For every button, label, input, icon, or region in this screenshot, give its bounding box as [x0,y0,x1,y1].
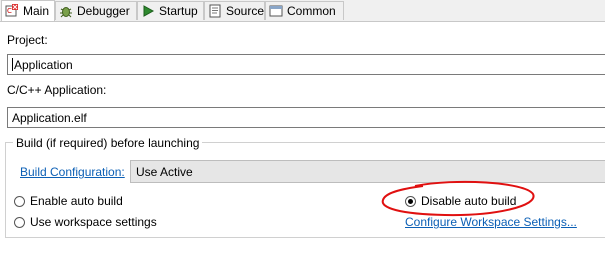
tab-source-label: Source [226,4,265,18]
disable-auto-build-label: Disable auto build [421,194,517,208]
application-field[interactable]: Application.elf [7,107,605,128]
tab-main-label: Main [23,4,50,18]
use-workspace-settings-radio[interactable] [14,216,25,228]
use-workspace-settings-option[interactable]: Use workspace settings [14,215,157,229]
application-field-value: Application.elf [12,110,87,125]
main-tab-icon: C [5,4,19,18]
application-label: C/C++ Application: [7,83,107,97]
build-configuration-value: Use Active [136,164,193,179]
common-icon [269,4,283,18]
tab-debugger-label: Debugger [77,4,130,18]
tab-startup[interactable]: Startup [137,1,204,20]
project-field[interactable]: Application [7,54,605,75]
tab-debugger[interactable]: Debugger [55,1,137,20]
disable-auto-build-option[interactable]: Disable auto build [405,194,516,208]
enable-auto-build-label: Enable auto build [30,194,123,208]
build-configuration-select[interactable]: Use Active [130,160,605,183]
text-caret [12,58,13,71]
startup-play-icon [141,4,155,18]
enable-auto-build-radio[interactable] [14,195,25,207]
disable-auto-build-radio[interactable] [405,195,416,207]
configure-workspace-settings-link[interactable]: Configure Workspace Settings... [405,215,577,229]
source-icon [208,4,222,18]
build-group-title: Build (if required) before launching [13,136,203,150]
tab-source[interactable]: Source [204,1,265,20]
tab-common-label: Common [287,4,336,18]
debugger-bug-icon [59,4,73,18]
project-field-value: Application [14,57,73,72]
launch-config-tab-strip: C Main Debugger Startup Source Common [0,0,605,22]
tab-main[interactable]: C Main [1,0,55,21]
enable-auto-build-option[interactable]: Enable auto build [14,194,123,208]
tab-common[interactable]: Common [265,1,344,20]
build-configuration-link[interactable]: Build Configuration: [20,165,125,179]
project-label: Project: [7,33,48,47]
tab-startup-label: Startup [159,4,198,18]
svg-text:C: C [7,7,12,15]
use-workspace-settings-label: Use workspace settings [30,215,157,229]
